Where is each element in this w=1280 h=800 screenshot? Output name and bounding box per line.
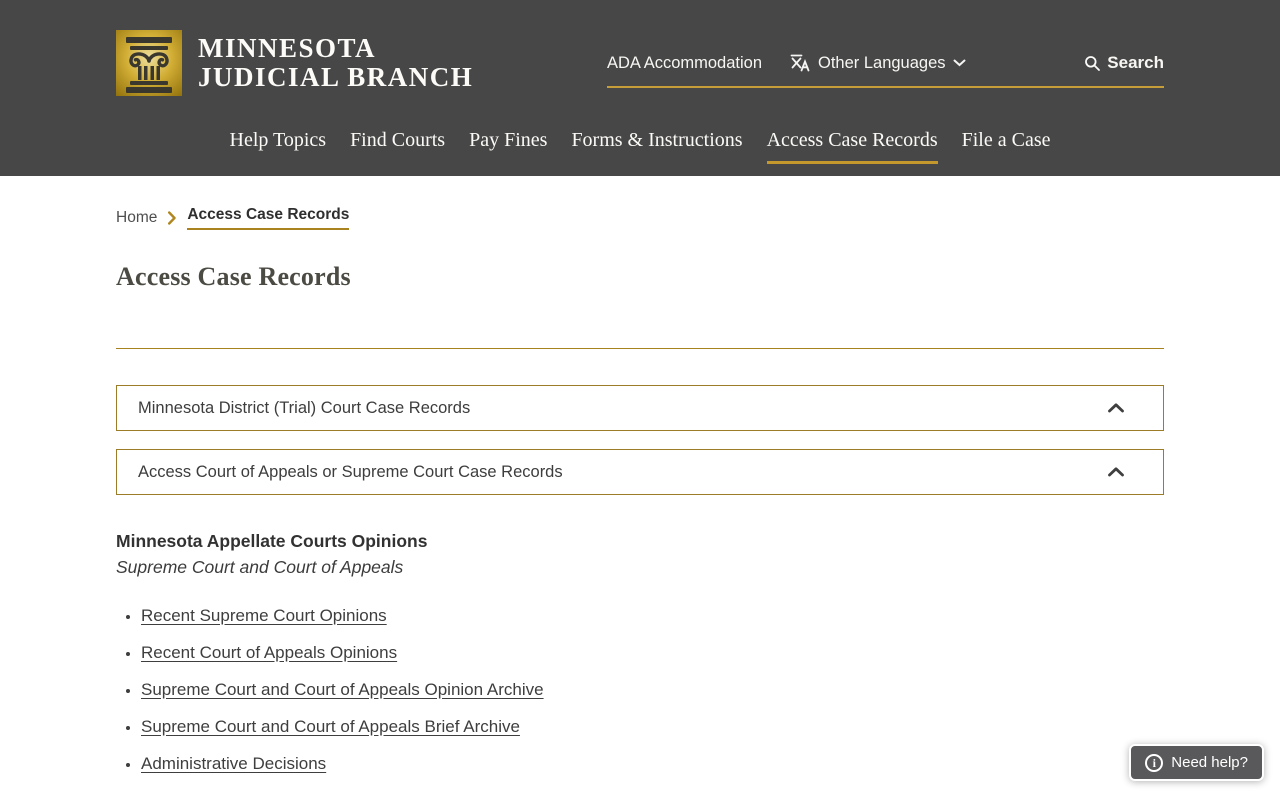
accordion-appeals-supreme-court-records[interactable]: Access Court of Appeals or Supreme Court…: [116, 449, 1164, 495]
opinions-subheading: Supreme Court and Court of Appeals: [116, 557, 404, 577]
link-opinion-archive[interactable]: Supreme Court and Court of Appeals Opini…: [141, 680, 544, 699]
logo-line-1: Minnesota: [198, 33, 377, 64]
opinions-link-list: Recent Supreme Court Opinions Recent Cou…: [116, 605, 1164, 775]
chevron-up-icon: [1108, 467, 1124, 477]
need-help-label: Need help?: [1171, 754, 1248, 771]
logo-line-2: Judicial Branch: [198, 62, 474, 92]
nav-item-find-courts[interactable]: Find Courts: [350, 129, 445, 164]
chevron-down-icon: [953, 59, 966, 67]
list-item: Recent Court of Appeals Opinions: [141, 642, 1164, 664]
nav-item-help-topics[interactable]: Help Topics: [230, 129, 327, 164]
ada-accommodation-link[interactable]: ADA Accommodation: [607, 54, 762, 73]
main-nav: Help Topics Find Courts Pay Fines Forms …: [116, 129, 1164, 164]
divider-rule: [116, 348, 1164, 349]
utility-nav: ADA Accommodation Other Languages Search: [607, 52, 1164, 88]
site-logo[interactable]: Minnesota Judicial Branch: [116, 30, 473, 96]
opinions-heading: Minnesota Appellate Courts Opinions: [116, 531, 428, 551]
accordion-label: Access Court of Appeals or Supreme Court…: [138, 462, 563, 481]
search-button[interactable]: Search: [1084, 53, 1164, 73]
link-administrative-decisions[interactable]: Administrative Decisions: [141, 754, 326, 773]
column-logo-icon: [116, 30, 182, 96]
nav-item-forms-instructions[interactable]: Forms & Instructions: [571, 129, 742, 164]
breadcrumb-home-link[interactable]: Home: [116, 209, 157, 227]
search-label: Search: [1107, 53, 1164, 72]
page-title: Access Case Records: [116, 262, 351, 291]
main-content: Home Access Case Records Access Case Rec…: [116, 206, 1164, 775]
accordion-label: Minnesota District (Trial) Court Case Re…: [138, 398, 471, 417]
search-icon: [1085, 55, 1101, 71]
list-item: Administrative Decisions: [141, 753, 1164, 775]
accordion-district-court-records[interactable]: Minnesota District (Trial) Court Case Re…: [116, 385, 1164, 431]
breadcrumb-chevron-icon: [168, 211, 177, 225]
list-item: Recent Supreme Court Opinions: [141, 605, 1164, 627]
info-icon: i: [1145, 753, 1164, 772]
nav-item-pay-fines[interactable]: Pay Fines: [469, 129, 547, 164]
chevron-up-icon: [1108, 403, 1124, 413]
nav-item-file-a-case[interactable]: File a Case: [962, 129, 1051, 164]
ada-accommodation-label: ADA Accommodation: [607, 53, 762, 72]
site-header: Minnesota Judicial Branch ADA Accommodat…: [0, 0, 1280, 176]
nav-item-access-case-records[interactable]: Access Case Records: [766, 129, 938, 164]
translate-icon: [790, 54, 810, 72]
need-help-button[interactable]: i Need help?: [1129, 744, 1264, 781]
breadcrumb: Home Access Case Records: [116, 206, 1164, 230]
link-recent-court-of-appeals-opinions[interactable]: Recent Court of Appeals Opinions: [141, 643, 397, 662]
other-languages-label: Other Languages: [818, 53, 946, 72]
link-recent-supreme-court-opinions[interactable]: Recent Supreme Court Opinions: [141, 606, 387, 625]
list-item: Supreme Court and Court of Appeals Brief…: [141, 716, 1164, 738]
list-item: Supreme Court and Court of Appeals Opini…: [141, 679, 1164, 701]
breadcrumb-current-page: Access Case Records: [187, 206, 350, 230]
link-brief-archive[interactable]: Supreme Court and Court of Appeals Brief…: [141, 717, 520, 736]
other-languages-menu[interactable]: Other Languages: [789, 52, 966, 74]
logo-wordmark: Minnesota Judicial Branch: [198, 34, 473, 91]
